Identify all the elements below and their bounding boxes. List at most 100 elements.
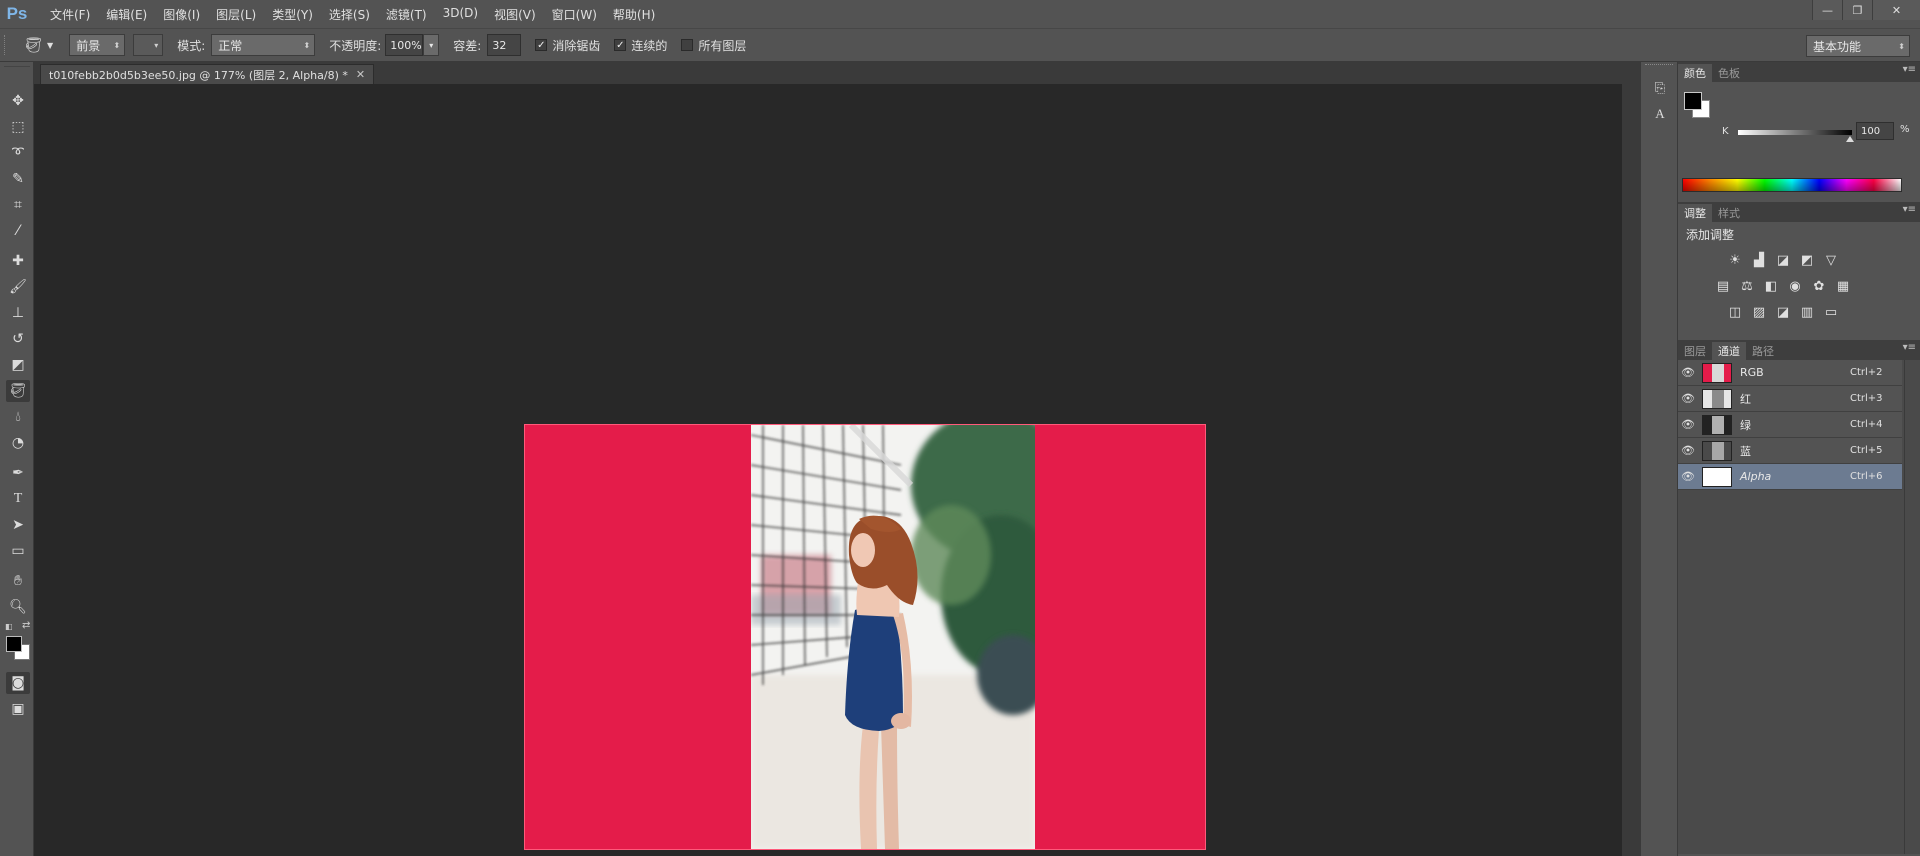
brightness-icon[interactable]: ☀ [1726, 252, 1744, 268]
curves-icon[interactable]: ◪ [1774, 252, 1792, 268]
menu-filter[interactable]: 滤镜(T) [378, 6, 435, 23]
color-lookup-icon[interactable]: ▦ [1834, 278, 1852, 294]
crop-tool-icon[interactable]: ⌗ [6, 194, 30, 216]
pen-tool-icon[interactable]: ✒ [6, 462, 30, 484]
selective-color-icon[interactable]: ▥ [1798, 304, 1816, 320]
close-tab-icon[interactable]: ✕ [356, 68, 365, 81]
channel-row-alpha[interactable]: 👁︎ Alpha Ctrl+6 [1678, 464, 1902, 490]
swap-colors-icon[interactable]: ⇄ [22, 620, 30, 631]
hand-tool-icon[interactable]: ✋︎ [6, 570, 30, 592]
character-icon[interactable]: A [1650, 104, 1670, 124]
opacity-input[interactable]: 100% [385, 34, 424, 56]
k-slider-track[interactable] [1738, 130, 1852, 135]
visibility-eye-icon[interactable]: 👁︎ [1678, 392, 1698, 405]
color-balance-icon[interactable]: ⚖ [1738, 278, 1756, 294]
canvas-area[interactable] [34, 84, 1622, 856]
tab-paths[interactable]: 路径 [1746, 342, 1780, 360]
channel-row-rgb[interactable]: 👁︎ RGB Ctrl+2 [1678, 360, 1902, 386]
channel-row-blue[interactable]: 👁︎ 蓝 Ctrl+5 [1678, 438, 1902, 464]
color-spectrum[interactable] [1682, 178, 1902, 192]
mode-select[interactable]: 正常 ⬍ [211, 34, 316, 56]
channel-row-green[interactable]: 👁︎ 绿 Ctrl+4 [1678, 412, 1902, 438]
panel-menu-icon[interactable]: ▾≡ [1903, 64, 1916, 75]
minimize-button[interactable]: — [1812, 0, 1842, 20]
foreground-color-swatch[interactable] [6, 636, 22, 652]
close-window-button[interactable]: ✕ [1872, 0, 1920, 20]
vibrance-icon[interactable]: ▽ [1822, 252, 1840, 268]
tool-preset-picker[interactable]: 🪣︎ ▼ [24, 36, 53, 54]
tab-styles[interactable]: 样式 [1712, 204, 1746, 222]
vertical-scrollbar[interactable] [1622, 84, 1640, 856]
shape-tool-icon[interactable]: ▭ [6, 540, 30, 562]
paint-bucket-tool-icon[interactable]: 🪣︎ [6, 380, 30, 402]
dodge-tool-icon[interactable]: ◔ [6, 432, 30, 454]
menu-help[interactable]: 帮助(H) [605, 6, 663, 23]
eyedropper-tool-icon[interactable]: ⁄ [6, 220, 30, 242]
clone-stamp-tool-icon[interactable]: ⊥ [6, 302, 30, 324]
visibility-eye-icon[interactable]: 👁︎ [1678, 418, 1698, 431]
levels-icon[interactable]: ▟ [1750, 252, 1768, 268]
channel-row-red[interactable]: 👁︎ 红 Ctrl+3 [1678, 386, 1902, 412]
marquee-tool-icon[interactable]: ⬚ [6, 116, 30, 138]
antialias-checkbox[interactable]: ✓ [535, 39, 548, 51]
menu-edit[interactable]: 编辑(E) [98, 6, 155, 23]
hue-saturation-icon[interactable]: ▤ [1714, 278, 1732, 294]
menu-file[interactable]: 文件(F) [42, 6, 98, 23]
lasso-tool-icon[interactable]: ➰︎ [6, 142, 30, 164]
move-tool-icon[interactable]: ✥ [6, 90, 30, 112]
history-brush-tool-icon[interactable]: ↺ [6, 328, 30, 350]
tolerance-input[interactable]: 32 [487, 34, 522, 56]
menu-type[interactable]: 类型(Y) [264, 6, 321, 23]
pattern-picker[interactable]: ▾ [133, 34, 164, 56]
zoom-tool-icon[interactable]: 🔍︎ [6, 596, 30, 618]
tab-swatches[interactable]: 色板 [1712, 64, 1746, 82]
menu-image[interactable]: 图像(I) [155, 6, 208, 23]
blur-tool-icon[interactable]: 💧︎ [6, 406, 30, 428]
menu-3d[interactable]: 3D(D) [435, 6, 486, 23]
contiguous-checkbox[interactable]: ✓ [614, 39, 627, 51]
options-grip[interactable] [4, 35, 12, 55]
posterize-icon[interactable]: ▨ [1750, 304, 1768, 320]
black-white-icon[interactable]: ◧ [1762, 278, 1780, 294]
opacity-slider-toggle[interactable]: ▾ [423, 34, 440, 56]
all-layers-checkbox[interactable] [681, 39, 694, 51]
tab-channels[interactable]: 通道 [1712, 342, 1746, 360]
document-canvas[interactable] [524, 424, 1206, 850]
threshold-icon[interactable]: ◪ [1774, 304, 1792, 320]
exposure-icon[interactable]: ◩ [1798, 252, 1816, 268]
screen-mode-icon[interactable]: ▣ [6, 698, 30, 720]
menu-layer[interactable]: 图层(L) [208, 6, 264, 23]
type-tool-icon[interactable]: T [6, 488, 30, 510]
restore-button[interactable]: ❐ [1842, 0, 1872, 20]
eraser-tool-icon[interactable]: ◩ [6, 354, 30, 376]
visibility-eye-icon[interactable]: 👁︎ [1678, 366, 1698, 379]
brush-tool-icon[interactable]: 🖌︎ [6, 276, 30, 298]
photo-filter-icon[interactable]: ◉ [1786, 278, 1804, 294]
quick-select-tool-icon[interactable]: ✎ [6, 168, 30, 190]
panel-menu-icon[interactable]: ▾≡ [1903, 204, 1916, 215]
channel-mixer-icon[interactable]: ✿ [1810, 278, 1828, 294]
visibility-eye-icon[interactable]: 👁︎ [1678, 470, 1698, 483]
channels-scrollbar[interactable] [1904, 360, 1920, 854]
menu-select[interactable]: 选择(S) [321, 6, 378, 23]
default-colors-icon[interactable]: ◧ [5, 622, 13, 631]
document-tab[interactable]: t010febb2b0d5b3ee50.jpg @ 177% (图层 2, Al… [40, 64, 375, 84]
path-select-tool-icon[interactable]: ➤ [6, 514, 30, 536]
quick-mask-icon[interactable]: ◙ [6, 672, 30, 694]
menu-window[interactable]: 窗口(W) [544, 6, 605, 23]
tab-layers[interactable]: 图层 [1678, 342, 1712, 360]
tab-adjustments[interactable]: 调整 [1678, 204, 1712, 222]
history-icon[interactable]: ⎘ [1650, 78, 1670, 98]
gradient-map-icon[interactable]: ▭ [1822, 304, 1840, 320]
healing-brush-tool-icon[interactable]: ✚ [6, 250, 30, 272]
workspace-select[interactable]: 基本功能 ⬍ [1806, 35, 1910, 57]
fill-source-select[interactable]: 前景 ⬍ [69, 34, 126, 56]
menu-view[interactable]: 视图(V) [486, 6, 544, 23]
color-fg-swatch[interactable] [1684, 92, 1702, 110]
k-slider-thumb[interactable] [1846, 136, 1854, 142]
tab-color[interactable]: 颜色 [1678, 64, 1712, 82]
panel-menu-icon[interactable]: ▾≡ [1903, 342, 1916, 353]
visibility-eye-icon[interactable]: 👁︎ [1678, 444, 1698, 457]
k-value-input[interactable]: 100 [1856, 122, 1894, 140]
invert-icon[interactable]: ◫ [1726, 304, 1744, 320]
